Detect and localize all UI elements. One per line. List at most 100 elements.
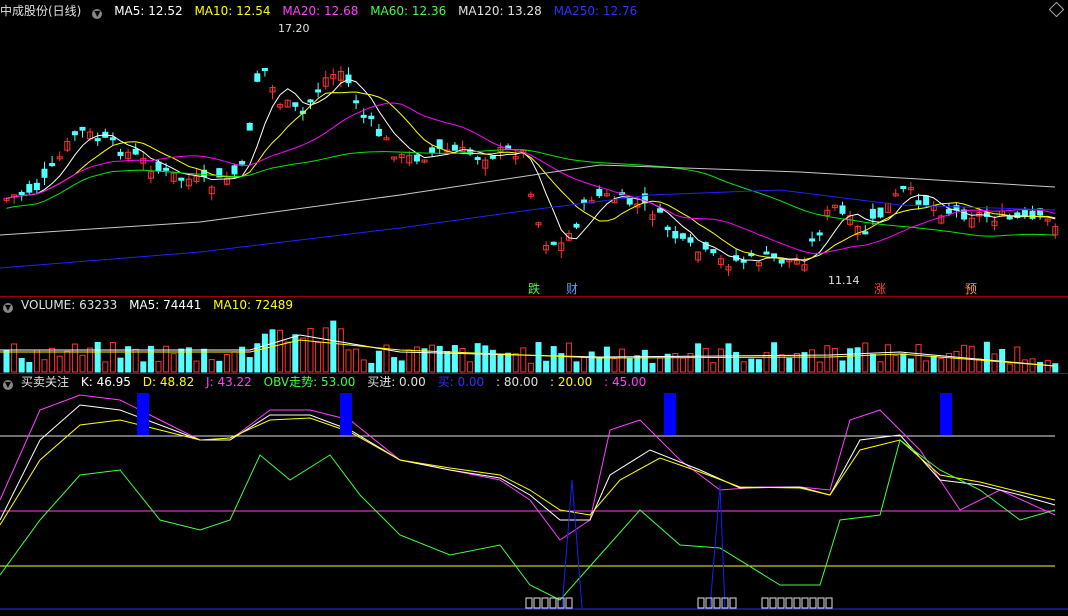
candle-body [117,151,124,156]
volume-bar [315,342,322,373]
obv-line [0,439,1056,601]
candle-body [687,237,694,243]
volume-bar [391,357,398,373]
volume-bar [809,349,816,373]
volume-bar [831,347,838,373]
candle-body [239,160,246,165]
volume-bar [748,358,755,373]
volume-bar [512,353,519,373]
volume-bar [482,345,489,373]
volume-bar [64,350,71,373]
volume-bar [3,349,10,373]
signal-box [817,597,825,609]
volume-bar [284,341,291,373]
volume-bar [444,351,451,373]
signal-box [793,597,801,609]
candle-body [489,155,496,159]
volume-bar [140,361,147,373]
volume-bar [33,349,40,373]
buy-in-spike [709,484,726,609]
volume-bar [930,355,937,373]
candle-body [18,191,25,195]
candle-body [231,165,238,175]
volume-bar [953,350,960,373]
event-marker-1[interactable]: 跌 [528,281,540,296]
volume-bar [520,347,527,373]
volume-bar [239,346,246,373]
volume-bar [907,358,914,373]
candle-body [368,115,375,120]
candle-body [315,89,322,93]
volume-bar [816,361,823,373]
volume-bar [109,342,116,373]
signal-box [525,597,533,609]
candle-body [26,184,33,193]
volume-bar [193,360,200,373]
candle-body [816,232,823,236]
volume-bar [573,361,580,373]
candle-body [353,100,360,104]
volume-bar [337,328,344,373]
ma10-line [6,91,1056,261]
signal-box [761,597,769,609]
buy-signal-bar [940,393,952,435]
volume-bar [406,349,413,373]
volume-bar [330,320,337,373]
signal-box [729,597,737,609]
signal-box [565,597,573,609]
volume-bar [1044,360,1051,373]
candle-body [763,251,770,255]
signal-box [825,597,833,609]
candle-body [839,205,846,214]
volume-bar [938,357,945,373]
candle-body [71,131,78,136]
volume-bar [854,347,861,373]
buy-signal-bar [340,393,352,435]
buy-in-spike [561,479,583,609]
volume-bar [717,348,724,373]
volume-bar [155,360,162,373]
volume-bar [664,353,671,373]
signal-box [549,597,557,609]
volume-bar [527,362,534,373]
volume-bar [125,346,132,373]
event-marker-4[interactable]: 预 [965,282,977,296]
event-marker-3[interactable]: 涨 [874,281,886,296]
volume-bar [429,344,436,373]
candle-body [79,126,86,131]
candle-body [429,147,436,153]
volume-bar [322,327,329,373]
event-marker-2[interactable]: 财 [566,282,578,296]
chart-canvas[interactable]: 17.20 11.14 跌 财 涨 预 [0,0,1068,616]
candle-body [261,68,268,72]
volume-bar [1021,359,1028,373]
volume-bar [223,354,230,373]
volume-bar [626,358,633,373]
volume-bar [269,329,276,373]
volume-bar [170,353,177,373]
candle-body [945,209,952,214]
volume-bar [451,345,458,373]
candle-body [375,128,382,137]
volume-bar [755,359,762,373]
buy-signal-bar [137,393,149,435]
volume-bar [877,361,884,373]
candle-body [550,241,557,245]
volume-bar [596,357,603,373]
volume-bar [56,355,63,373]
volume-bar [71,343,78,373]
volume-bar [345,349,352,373]
low-price-label: 11.14 [828,274,860,287]
volume-bar [550,346,557,373]
volume-bar [679,357,686,373]
candle-body [664,226,671,231]
volume-bar [18,358,25,373]
volume-bar [869,354,876,373]
volume-bar [740,361,747,373]
volume-bar [41,359,48,373]
candle-body [923,195,930,206]
volume-bar [1029,358,1036,373]
candle-body [109,137,116,141]
volume-bar [976,358,983,373]
volume-bar [398,360,405,373]
